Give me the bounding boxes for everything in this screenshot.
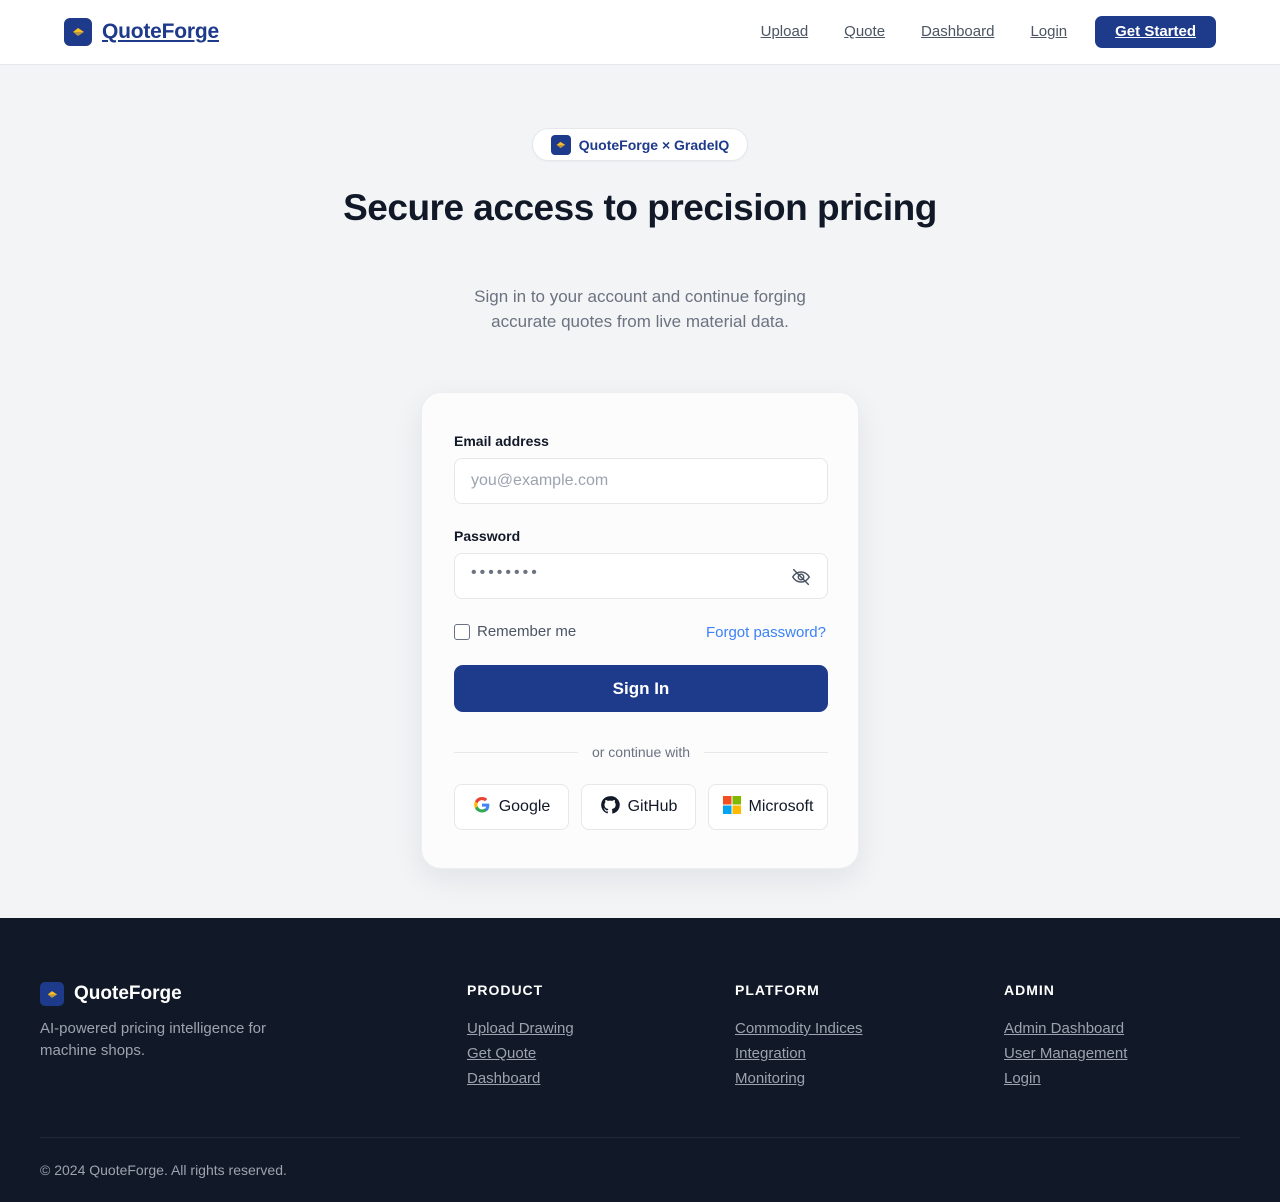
page-title: Secure access to precision pricing (343, 187, 937, 228)
nav-dashboard[interactable]: Dashboard (921, 16, 994, 48)
footer-divider (40, 1137, 1240, 1138)
partner-badge: QuoteForge × GradeIQ (532, 128, 748, 161)
eye-off-icon[interactable] (790, 566, 812, 588)
nav-upload[interactable]: Upload (761, 16, 809, 48)
sign-in-button[interactable]: Sign In (454, 665, 828, 712)
logo-icon (64, 18, 92, 46)
google-icon (473, 796, 491, 819)
footer-link-commodity-indices[interactable]: Commodity Indices (735, 1016, 863, 1041)
email-field[interactable] (454, 458, 828, 504)
github-button[interactable]: GitHub (581, 784, 696, 830)
login-card: Email address Password •••••••• Remember… (421, 392, 859, 869)
footer-link-admin-dashboard[interactable]: Admin Dashboard (1004, 1016, 1127, 1041)
microsoft-icon (722, 795, 741, 819)
footer-col-platform: PLATFORM Commodity Indices Integration M… (735, 982, 863, 1091)
nav-login[interactable]: Login (1030, 16, 1067, 48)
microsoft-label: Microsoft (748, 798, 814, 815)
divider: or continue with (454, 743, 828, 761)
divider-line-right (704, 752, 828, 753)
footer-brand-name: QuoteForge (74, 983, 182, 1004)
password-value: •••••••• (471, 564, 540, 581)
top-nav-bar: QuoteForge Upload Quote Dashboard Login … (0, 0, 1280, 65)
footer-link-monitoring[interactable]: Monitoring (735, 1066, 863, 1091)
copyright: © 2024 QuoteForge. All rights reserved. (40, 1162, 287, 1178)
partner-badge-text: QuoteForge × GradeIQ (578, 136, 730, 153)
email-label: Email address (454, 433, 549, 449)
footer-col-title: ADMIN (1004, 982, 1055, 998)
nav-quote[interactable]: Quote (844, 16, 885, 48)
remember-checkbox[interactable] (454, 623, 470, 640)
footer-col-title: PLATFORM (735, 982, 820, 998)
footer-col-admin: ADMIN Admin Dashboard User Management Lo… (1004, 982, 1127, 1091)
github-icon (600, 795, 620, 820)
forgot-password-link[interactable]: Forgot password? (706, 624, 826, 641)
github-label: GitHub (627, 798, 678, 815)
main-nav: Upload Quote Dashboard Login Get Started (761, 16, 1216, 48)
footer-link-get-quote[interactable]: Get Quote (467, 1041, 574, 1066)
footer-link-dashboard[interactable]: Dashboard (467, 1066, 574, 1091)
footer-brand: QuoteForge (40, 982, 182, 1006)
footer-link-integration[interactable]: Integration (735, 1041, 863, 1066)
brand-link[interactable]: QuoteForge (64, 18, 219, 46)
get-started-button[interactable]: Get Started (1095, 16, 1216, 48)
google-label: Google (498, 798, 551, 815)
footer-link-user-management[interactable]: User Management (1004, 1041, 1127, 1066)
remember-label: Remember me (477, 623, 577, 640)
footer-col-product: PRODUCT Upload Drawing Get Quote Dashboa… (467, 982, 574, 1091)
microsoft-button[interactable]: Microsoft (708, 784, 828, 830)
footer-col-title: PRODUCT (467, 982, 544, 998)
password-label: Password (454, 528, 521, 544)
footer-link-login[interactable]: Login (1004, 1066, 1127, 1091)
brand-name: QuoteForge (102, 20, 219, 43)
logo-icon (550, 134, 571, 155)
footer-tagline: AI-powered pricing intelligence for mach… (40, 1020, 266, 1059)
page-subtitle: Sign in to your account and continue for… (474, 287, 806, 331)
footer: QuoteForge AI-powered pricing intelligen… (0, 918, 1280, 1202)
logo-icon (40, 982, 64, 1006)
remember-me[interactable]: Remember me (454, 623, 576, 640)
google-button[interactable]: Google (454, 784, 569, 830)
footer-link-upload-drawing[interactable]: Upload Drawing (467, 1016, 574, 1041)
